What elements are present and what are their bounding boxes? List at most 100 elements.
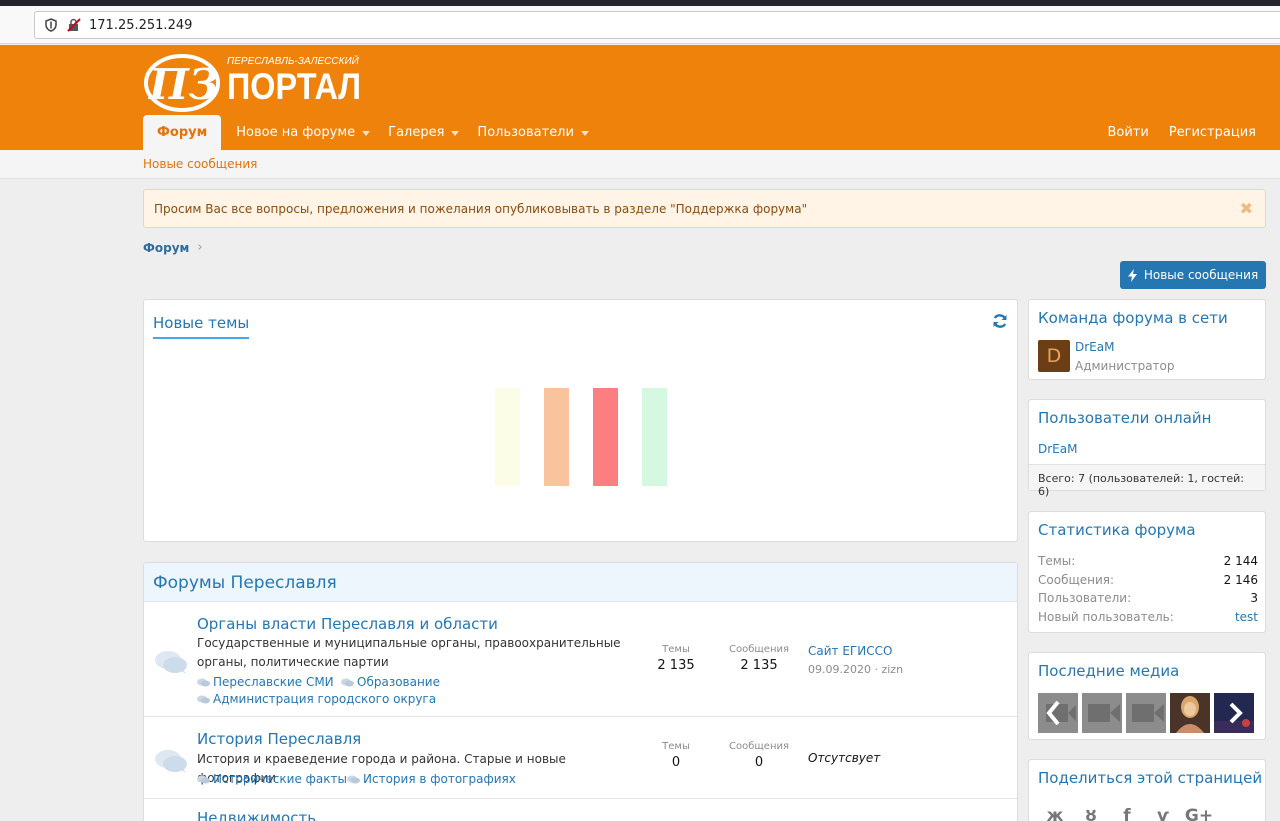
members-online-block: Пользователи онлайн DrEaM Всего: 7 (поль… — [1028, 399, 1266, 498]
register-link[interactable]: Регистрация — [1159, 115, 1266, 150]
twitter-icon[interactable]: ѵ — [1151, 804, 1175, 821]
refresh-icon[interactable] — [992, 313, 1008, 329]
new-posts-button-label: Новые сообщения — [1143, 268, 1259, 282]
login-link[interactable]: Войти — [1097, 115, 1158, 150]
media-thumbnail[interactable] — [1214, 693, 1254, 733]
share-page-title: Поделиться этой страницей — [1038, 769, 1263, 787]
photo-thumbnail-icon — [1214, 693, 1254, 733]
staff-online-block: Команда форума в сети D DrEaM Администра… — [1028, 299, 1266, 380]
member-name-link[interactable]: DrEaM — [1075, 340, 1114, 354]
subforum-link[interactable]: Исторические факты — [197, 772, 347, 786]
stat-row: Пользователи: 3 — [1038, 591, 1258, 605]
threads-count: 0 — [671, 755, 681, 770]
member-role: Администратор — [1075, 359, 1175, 373]
close-icon[interactable]: ✖ — [1240, 199, 1253, 218]
tab-new-threads[interactable]: Новые темы — [153, 314, 250, 339]
stat-key: Пользователи: — [1038, 591, 1132, 605]
avatar[interactable]: D — [1038, 340, 1070, 372]
last-post-meta[interactable]: 09.09.2020 · zizn — [808, 663, 903, 676]
google-plus-icon[interactable]: G+ — [1185, 804, 1213, 821]
odnoklassniki-icon[interactable]: ȣ — [1079, 804, 1103, 821]
loading-bar — [544, 388, 569, 486]
chat-bubbles-icon — [347, 775, 360, 783]
forum-stats-title: Статистика форума — [1038, 521, 1196, 539]
subnav-new-posts-link[interactable]: Новые сообщения — [143, 157, 257, 171]
category-title[interactable]: Форумы Переславля — [144, 563, 1017, 602]
facebook-icon[interactable]: f — [1115, 804, 1139, 821]
nav-forum[interactable]: Форум — [143, 115, 222, 150]
forum-node: Недвижимость — [144, 799, 1017, 821]
chat-bubbles-icon — [341, 678, 354, 686]
stat-key: Темы: — [1038, 554, 1076, 568]
chevron-down-icon — [580, 131, 589, 136]
browser-toolbar: 171.25.251.249 — [0, 6, 1280, 44]
forum-category-block: Форумы Переславля Органы власти Переслав… — [143, 562, 1018, 821]
forum-node: История Переславля История и краеведение… — [144, 717, 1017, 799]
messages-stat: Сообщения 2 135 — [724, 644, 794, 673]
nav-whats-new[interactable]: Новое на форуме — [227, 115, 379, 150]
members-online-title[interactable]: Пользователи онлайн — [1038, 409, 1211, 427]
latest-media-title[interactable]: Последние медиа — [1038, 662, 1179, 680]
messages-count: 2 135 — [740, 658, 778, 673]
nav-gallery[interactable]: Галерея — [379, 115, 468, 150]
chevron-down-icon — [451, 131, 460, 136]
vk-icon[interactable]: ж — [1043, 804, 1067, 821]
photo-thumbnail-icon — [1170, 693, 1210, 733]
main-nav: Форум Новое на форуме Галерея Пользовате… — [143, 115, 598, 150]
subforum-label: Администрация городского округа — [213, 692, 437, 706]
staff-online-title[interactable]: Команда форума в сети — [1038, 309, 1228, 327]
forum-title-link[interactable]: Недвижимость — [197, 809, 316, 821]
stat-key: Сообщения: — [1038, 573, 1115, 587]
media-thumbnail[interactable] — [1082, 693, 1122, 733]
notice-banner: Просим Вас все вопросы, предложения и по… — [143, 189, 1266, 228]
breadcrumb-separator: › — [197, 240, 203, 255]
loading-bar — [593, 388, 618, 486]
media-thumbnail[interactable] — [1170, 693, 1210, 733]
last-post-none: Отсутсвует — [808, 751, 881, 765]
chevron-down-icon — [362, 131, 371, 136]
nav-members[interactable]: Пользователи — [468, 115, 598, 150]
svg-text:ПЗ: ПЗ — [148, 60, 219, 109]
share-page-block: Поделиться этой страницей ж ȣ f ѵ G+ — [1028, 759, 1266, 821]
account-nav: Войти Регистрация — [1097, 115, 1266, 150]
messages-label: Сообщения — [728, 644, 789, 655]
latest-media-block: Последние медиа — [1028, 652, 1266, 740]
forum-stats-block: Статистика форума Темы: 2 144 Сообщения:… — [1028, 511, 1266, 633]
site-logo[interactable]: ПЗ ПЕРЕСЛАВЛЬ-ЗАЛЕССКИЙ ПОРТАЛ — [143, 49, 373, 115]
video-thumbnail-icon — [1046, 700, 1076, 726]
insecure-lock-icon[interactable] — [67, 18, 81, 32]
shield-icon[interactable] — [44, 18, 58, 32]
nav-whats-new-label: Новое на форуме — [236, 125, 356, 140]
media-thumbnail[interactable] — [1038, 693, 1078, 733]
messages-label: Сообщения — [728, 741, 789, 752]
new-posts-button[interactable]: Новые сообщения — [1120, 261, 1266, 289]
forum-description: Государственные и муниципальные органы, … — [197, 636, 621, 669]
stat-row: Темы: 2 144 — [1038, 554, 1258, 568]
online-member-link[interactable]: DrEaM — [1038, 442, 1077, 456]
forum-title-link[interactable]: Органы власти Переславля и области — [197, 615, 498, 633]
site-header: ПЗ ПЕРЕСЛАВЛЬ-ЗАЛЕССКИЙ ПОРТАЛ Форум Нов… — [0, 45, 1280, 150]
media-thumbnail[interactable] — [1126, 693, 1166, 733]
notice-text: Просим Вас все вопросы, предложения и по… — [154, 202, 808, 216]
breadcrumb-forum-link[interactable]: Форум — [143, 241, 189, 255]
stat-value: 2 144 — [1223, 554, 1258, 568]
chat-bubbles-icon — [197, 678, 210, 686]
threads-stat: Темы 2 135 — [646, 644, 706, 673]
online-total: Всего: 7 (пользователей: 1, гостей: 6) — [1029, 464, 1265, 498]
subforum-link[interactable]: Переславские СМИ — [197, 675, 334, 689]
video-thumbnail-icon — [1088, 704, 1120, 722]
subforum-link[interactable]: История в фотографиях — [347, 772, 516, 786]
chat-bubbles-icon — [197, 695, 210, 703]
subforum-link[interactable]: Администрация городского округа — [197, 692, 436, 706]
nav-gallery-label: Галерея — [388, 125, 445, 140]
address-bar[interactable]: 171.25.251.249 — [34, 11, 1280, 39]
subforum-link[interactable]: Образование — [341, 675, 440, 689]
forum-title-link[interactable]: История Переславля — [197, 730, 361, 748]
stat-row: Сообщения: 2 146 — [1038, 573, 1258, 587]
newest-member-link[interactable]: test — [1235, 610, 1258, 624]
chat-bubbles-icon — [197, 775, 210, 783]
video-thumbnail-icon — [1132, 704, 1164, 722]
nav-members-label: Пользователи — [477, 125, 574, 140]
last-post-title-link[interactable]: Сайт ЕГИССО — [808, 644, 892, 658]
threads-label: Темы — [662, 644, 690, 655]
